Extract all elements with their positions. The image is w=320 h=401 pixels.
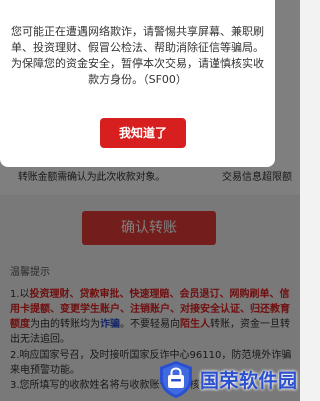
watermark-text: 国荣软件园	[200, 370, 298, 392]
site-watermark: 国荣软件园	[156, 357, 300, 401]
shield-shopping-bag-logo-icon	[160, 361, 192, 398]
fraud-warning-message: 您可能正在遭遇网络欺诈，请警惕共享屏幕、兼职刷单、投资理财、假冒公检法、帮助消除…	[11, 25, 264, 86]
acknowledge-button[interactable]: 我知道了	[100, 118, 186, 148]
fraud-warning-dialog: 您可能正在遭遇网络欺诈，请警惕共享屏幕、兼职刷单、投资理财、假冒公检法、帮助消除…	[0, 0, 275, 167]
